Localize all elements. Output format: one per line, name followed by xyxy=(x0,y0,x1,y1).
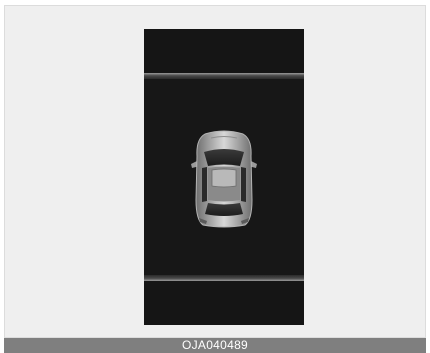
figure-caption: OJA040489 xyxy=(4,338,426,353)
display-top-band xyxy=(144,29,304,73)
figure-frame xyxy=(4,5,426,338)
car-top-view-icon xyxy=(191,130,257,228)
camera-display xyxy=(144,29,304,325)
display-top-edge xyxy=(144,73,304,79)
display-bottom-band xyxy=(144,281,304,325)
